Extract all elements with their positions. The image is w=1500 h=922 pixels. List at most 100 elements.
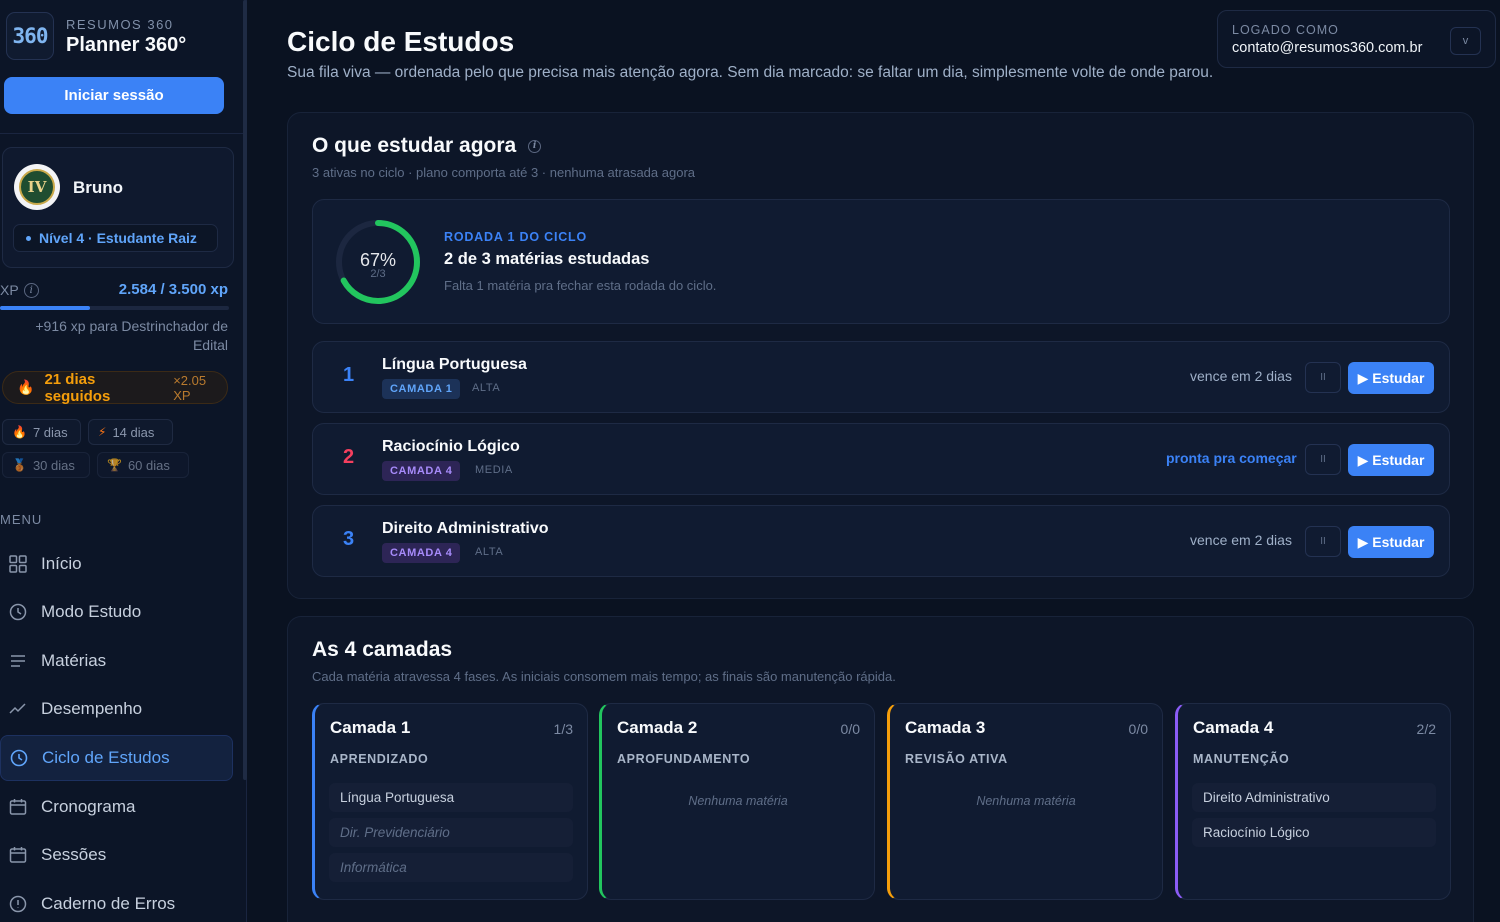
xp-hint: +916 xp para Destrinchador de Edital	[35, 318, 228, 353]
study-now-title: O que estudar agora i	[312, 134, 542, 158]
layer-empty: Nenhuma matéria	[688, 794, 788, 808]
info-icon[interactable]: i	[528, 139, 542, 153]
profile-name: Bruno	[73, 178, 124, 197]
layer-count: 0/0	[1128, 721, 1148, 737]
xp-label-text: XP	[0, 282, 19, 298]
streak-days: 21 dias seguidos	[44, 370, 111, 405]
login-label: LOGADO COMO	[1232, 23, 1339, 37]
clock-icon	[8, 602, 28, 622]
layer-phase: MANUTENÇÃO	[1193, 752, 1290, 766]
layers-subtitle: Cada matéria atravessa 4 fases. As inici…	[312, 669, 896, 684]
nav-item-sessoes[interactable]: Sessões	[0, 832, 233, 878]
page-subtitle: Sua fila viva — ordenada pelo que precis…	[287, 64, 1214, 81]
level-pill: Nível 4 · Estudante Raiz	[13, 224, 218, 252]
due-status: vence em 2 dias	[1190, 532, 1292, 548]
study-now-panel: O que estudar agora i 3 ativas no ciclo …	[287, 112, 1474, 599]
page-title: Ciclo de Estudos	[287, 26, 515, 57]
nav-label: Modo Estudo	[41, 602, 142, 621]
layer-card-2: Camada 2 0/0 APROFUNDAMENTO Nenhuma maté…	[599, 703, 875, 900]
grid-icon	[8, 554, 28, 574]
xp-label: XP i	[0, 282, 39, 298]
nav-label: Cronograma	[41, 797, 136, 816]
round-title: 2 de 3 matérias estudadas	[444, 250, 650, 268]
layer-title: Camada 1	[330, 718, 411, 737]
layer-title: Camada 2	[617, 718, 698, 737]
layer-subject[interactable]: Direito Administrativo	[1192, 783, 1436, 812]
medal-icon: 🥉	[12, 458, 27, 472]
layer-card-3: Camada 3 0/0 REVISÃO ATIVA Nenhuma matér…	[887, 703, 1163, 900]
flame-icon: 🔥	[12, 425, 27, 439]
nav-item-cronograma[interactable]: Cronograma	[0, 784, 233, 830]
streak-pill: 🔥 21 dias seguidos ×2.05 XP	[2, 370, 228, 405]
study-button[interactable]: ▶ Estudar	[1348, 526, 1434, 558]
start-session-button[interactable]: Iniciar sessão	[4, 77, 224, 114]
priority-label: ALTA	[472, 382, 501, 394]
nav-item-desempenho[interactable]: Desempenho	[0, 686, 233, 732]
queue-item[interactable]: 1 Língua Portuguesa CAMADA 1 ALTA vence …	[312, 341, 1450, 413]
brand-title: Planner 360°	[66, 34, 187, 56]
queue-number: 3	[343, 528, 355, 550]
badge-label: 30 dias	[32, 457, 75, 473]
xp-value: 2.584 / 3.500 xp	[118, 281, 228, 298]
login-email: contato@resumos360.com.br	[1232, 40, 1423, 56]
layer-title: Camada 3	[905, 718, 986, 737]
account-menu[interactable]: LOGADO COMO contato@resumos360.com.br v	[1217, 10, 1496, 68]
layer-subject[interactable]: Dir. Previdenciário	[329, 818, 573, 847]
pause-button[interactable]: II	[1305, 444, 1341, 475]
sidebar-scrollbar[interactable]	[243, 0, 247, 780]
queue-item[interactable]: 2 Raciocínio Lógico CAMADA 4 MEDIA pront…	[312, 423, 1450, 495]
chevron-down-icon[interactable]: v	[1450, 27, 1481, 55]
info-icon[interactable]: i	[23, 282, 39, 298]
nav-item-modo-estudo[interactable]: Modo Estudo	[0, 589, 233, 635]
badge-60-dias: 🏆 60 dias	[97, 452, 189, 478]
layer-empty: Nenhuma matéria	[976, 794, 1076, 808]
due-status: vence em 2 dias	[1190, 368, 1292, 384]
layers-panel: As 4 camadas Cada matéria atravessa 4 fa…	[287, 616, 1474, 922]
queue-item[interactable]: 3 Direito Administrativo CAMADA 4 ALTA v…	[312, 505, 1450, 577]
streak-multiplier: ×2.05 XP	[173, 372, 207, 403]
layer-card-4: Camada 4 2/2 MANUTENÇÃO Direito Administ…	[1175, 703, 1451, 900]
queue-subject: Raciocínio Lógico	[382, 438, 520, 455]
nav-label: Sessões	[41, 845, 107, 864]
avatar: IV	[14, 164, 60, 210]
due-status: pronta pra começar	[1166, 450, 1297, 466]
nav-item-ciclo-de-estudos[interactable]: Ciclo de Estudos	[0, 735, 233, 781]
nav-item-inicio[interactable]: Início	[0, 541, 233, 587]
badge-label: 14 dias	[112, 424, 155, 440]
pause-button[interactable]: II	[1305, 526, 1341, 557]
pause-button[interactable]: II	[1305, 362, 1341, 393]
study-now-subtitle: 3 ativas no ciclo · plano comporta até 3…	[312, 165, 696, 180]
nav-item-materias[interactable]: Matérias	[0, 638, 233, 684]
nav-label: Matérias	[41, 651, 107, 670]
layer-tag: CAMADA 4	[382, 543, 461, 563]
trend-icon	[8, 699, 28, 719]
layer-count: 2/2	[1416, 721, 1436, 737]
badge-7-dias: 🔥 7 dias	[2, 419, 81, 445]
study-button[interactable]: ▶ Estudar	[1348, 362, 1434, 394]
divider	[0, 133, 243, 134]
level-label: Nível 4 · Estudante Raiz	[39, 230, 197, 246]
nav-label: Ciclo de Estudos	[42, 748, 170, 767]
layer-subject[interactable]: Raciocínio Lógico	[1192, 818, 1436, 847]
menu-label: MENU	[0, 512, 43, 527]
round-label: RODADA 1 DO CICLO	[444, 230, 588, 244]
layer-tag: CAMADA 4	[382, 461, 461, 481]
profile-card[interactable]: IV Bruno Nível 4 · Estudante Raiz	[2, 147, 234, 268]
alert-icon	[8, 894, 28, 914]
flame-icon: 🔥	[17, 379, 35, 395]
dot-icon	[26, 235, 31, 241]
bolt-icon: ⚡	[98, 425, 107, 439]
brand-logo[interactable]: 360	[6, 12, 54, 60]
cycle-icon	[9, 748, 29, 768]
layer-count: 0/0	[840, 721, 860, 737]
layer-count: 1/3	[553, 721, 573, 737]
layer-subject[interactable]: Informática	[329, 853, 573, 882]
priority-label: ALTA	[475, 546, 504, 558]
layer-tag: CAMADA 1	[382, 379, 461, 399]
nav-item-caderno-de-erros[interactable]: Caderno de Erros	[0, 881, 233, 922]
layer-card-1: Camada 1 1/3 APRENDIZADO Língua Portugue…	[312, 703, 588, 900]
layer-subject[interactable]: Língua Portuguesa	[329, 783, 573, 812]
queue-number: 2	[343, 446, 355, 468]
calendar-icon	[8, 797, 28, 817]
study-button[interactable]: ▶ Estudar	[1348, 444, 1434, 476]
